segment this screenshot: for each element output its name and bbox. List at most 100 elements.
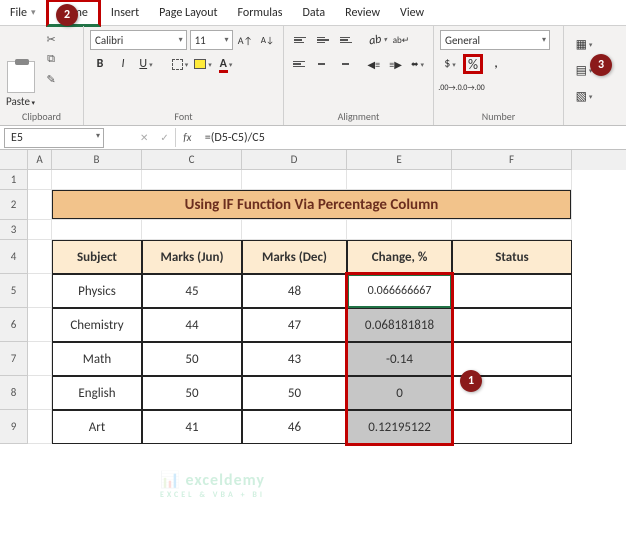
decrease-decimal-icon[interactable]: .0→.00 bbox=[463, 78, 483, 98]
cut-icon[interactable]: ✂ bbox=[43, 32, 59, 46]
row-header[interactable]: 4 bbox=[0, 240, 28, 274]
cell[interactable] bbox=[52, 170, 142, 190]
row-header[interactable]: 8 bbox=[0, 376, 28, 410]
col-header[interactable]: F bbox=[452, 150, 572, 170]
cell[interactable] bbox=[452, 220, 572, 240]
name-box[interactable]: E5 bbox=[4, 128, 104, 148]
tab-data[interactable]: Data bbox=[293, 2, 336, 24]
comma-style-button[interactable]: , bbox=[486, 54, 506, 74]
cancel-icon[interactable]: ✕ bbox=[134, 131, 154, 144]
table-cell[interactable]: 50 bbox=[242, 376, 347, 410]
fill-color-button[interactable] bbox=[193, 54, 213, 74]
title-cell[interactable]: Using IF Function Via Percentage Column bbox=[52, 190, 572, 220]
font-name-combo[interactable]: Calibri bbox=[90, 30, 187, 50]
tab-formulas[interactable]: Formulas bbox=[228, 2, 293, 24]
row-header[interactable]: 9 bbox=[0, 410, 28, 444]
fx-icon[interactable]: fx bbox=[175, 128, 199, 147]
row-header[interactable]: 2 bbox=[0, 190, 28, 220]
table-cell[interactable]: 48 bbox=[242, 274, 347, 308]
cell[interactable] bbox=[52, 220, 142, 240]
align-middle-icon[interactable] bbox=[313, 30, 333, 50]
align-bottom-icon[interactable] bbox=[336, 30, 356, 50]
cell[interactable] bbox=[28, 220, 52, 240]
align-left-icon[interactable] bbox=[290, 54, 309, 74]
bold-button[interactable]: B bbox=[90, 54, 110, 74]
cell[interactable] bbox=[28, 274, 52, 308]
number-format-combo[interactable]: General bbox=[440, 30, 550, 50]
col-header[interactable]: E bbox=[347, 150, 452, 170]
cell-styles-icon[interactable]: ▧ bbox=[574, 86, 594, 106]
table-cell[interactable] bbox=[452, 308, 572, 342]
tab-file[interactable]: File ▾ bbox=[0, 2, 46, 24]
worksheet[interactable]: A B C D E F 1 2 Using IF Function Via Pe… bbox=[0, 150, 626, 444]
align-top-icon[interactable] bbox=[290, 30, 310, 50]
col-header[interactable]: A bbox=[28, 150, 52, 170]
table-cell[interactable]: 44 bbox=[142, 308, 242, 342]
cell[interactable] bbox=[28, 190, 52, 220]
font-color-button[interactable]: A bbox=[216, 54, 236, 74]
tab-review[interactable]: Review bbox=[335, 2, 390, 24]
cell[interactable] bbox=[452, 170, 572, 190]
border-button[interactable] bbox=[170, 54, 190, 74]
cell[interactable] bbox=[28, 170, 52, 190]
formula-input[interactable]: =(D5-C5)/C5 bbox=[199, 128, 626, 148]
cell[interactable] bbox=[28, 240, 52, 274]
cell[interactable] bbox=[142, 170, 242, 190]
paste-button[interactable]: Paste ▾ bbox=[6, 95, 35, 108]
copy-icon[interactable]: ⧉ bbox=[43, 52, 59, 66]
table-cell[interactable]: 50 bbox=[142, 376, 242, 410]
decrease-indent-icon[interactable]: ◀≡ bbox=[364, 54, 383, 74]
table-cell[interactable]: -0.14 bbox=[347, 342, 452, 376]
table-cell[interactable]: 50 bbox=[142, 342, 242, 376]
table-cell[interactable]: Math bbox=[52, 342, 142, 376]
table-cell[interactable]: English bbox=[52, 376, 142, 410]
table-cell[interactable]: 45 bbox=[142, 274, 242, 308]
col-header[interactable]: C bbox=[142, 150, 242, 170]
table-cell[interactable] bbox=[452, 274, 572, 308]
table-cell[interactable]: 0.066666667 bbox=[347, 274, 452, 308]
tab-view[interactable]: View bbox=[390, 2, 434, 24]
cell[interactable] bbox=[28, 308, 52, 342]
header-marks-jun[interactable]: Marks (Jun) bbox=[142, 240, 242, 274]
row-header[interactable]: 3 bbox=[0, 220, 28, 240]
col-header[interactable]: B bbox=[52, 150, 142, 170]
cell[interactable] bbox=[28, 376, 52, 410]
header-marks-dec[interactable]: Marks (Dec) bbox=[242, 240, 347, 274]
cell[interactable] bbox=[242, 170, 347, 190]
cell[interactable] bbox=[347, 220, 452, 240]
table-cell[interactable]: 0.12195122 bbox=[347, 410, 452, 444]
col-header[interactable]: D bbox=[242, 150, 347, 170]
wrap-text-icon[interactable]: ab↵ bbox=[391, 30, 411, 50]
conditional-formatting-icon[interactable]: ▦ bbox=[574, 34, 594, 54]
cell[interactable] bbox=[347, 170, 452, 190]
cell[interactable] bbox=[242, 220, 347, 240]
format-painter-icon[interactable]: ✎ bbox=[43, 72, 59, 86]
align-right-icon[interactable] bbox=[334, 54, 353, 74]
increase-decimal-icon[interactable]: .00→.0 bbox=[440, 78, 460, 98]
table-cell[interactable]: 47 bbox=[242, 308, 347, 342]
tab-insert[interactable]: Insert bbox=[101, 2, 149, 24]
currency-button[interactable]: $ bbox=[440, 54, 460, 74]
merge-center-icon[interactable]: ⬌ bbox=[408, 54, 427, 74]
tab-page-layout[interactable]: Page Layout bbox=[149, 2, 227, 24]
orientation-icon[interactable]: ab bbox=[366, 28, 389, 51]
header-subject[interactable]: Subject bbox=[52, 240, 142, 274]
italic-button[interactable]: I bbox=[113, 54, 133, 74]
table-cell[interactable]: 43 bbox=[242, 342, 347, 376]
table-cell[interactable]: Art bbox=[52, 410, 142, 444]
table-cell[interactable]: Physics bbox=[52, 274, 142, 308]
header-change[interactable]: Change, % bbox=[347, 240, 452, 274]
select-all-corner[interactable] bbox=[0, 150, 28, 170]
table-cell[interactable]: 46 bbox=[242, 410, 347, 444]
row-header[interactable]: 5 bbox=[0, 274, 28, 308]
row-header[interactable]: 6 bbox=[0, 308, 28, 342]
enter-icon[interactable]: ✓ bbox=[154, 131, 174, 144]
table-cell[interactable]: 0.068181818 bbox=[347, 308, 452, 342]
cell[interactable] bbox=[28, 342, 52, 376]
underline-button[interactable]: U bbox=[136, 54, 156, 74]
row-header[interactable]: 1 bbox=[0, 170, 28, 190]
table-cell[interactable]: Chemistry bbox=[52, 308, 142, 342]
row-header[interactable]: 7 bbox=[0, 342, 28, 376]
percent-button[interactable]: % bbox=[463, 54, 483, 74]
increase-font-icon[interactable]: A↑ bbox=[236, 30, 255, 50]
